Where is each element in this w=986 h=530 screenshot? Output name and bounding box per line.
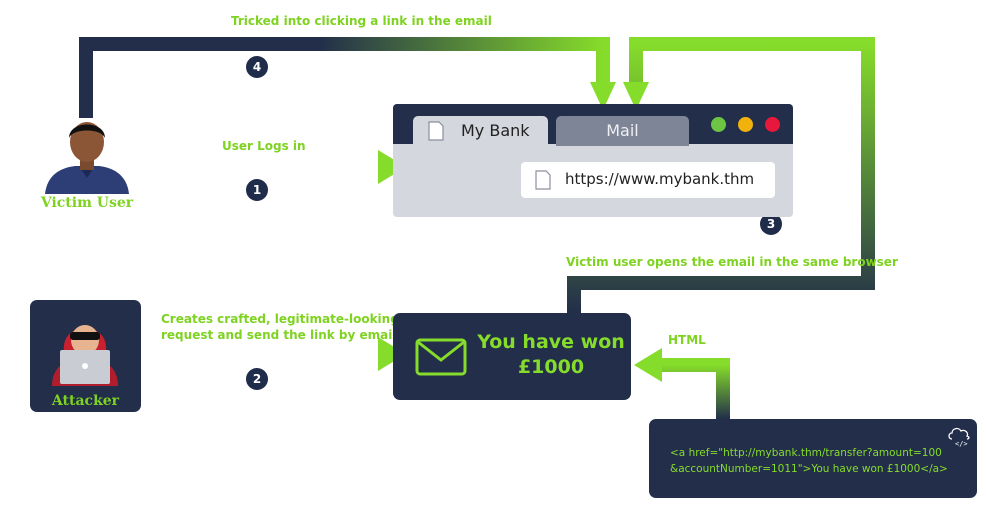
address-url: https://www.mybank.thm <box>565 170 755 188</box>
browser-titlebar: My Bank Mail <box>393 104 793 146</box>
html-code-line2: &accountNumber=1011">You have won £1000<… <box>670 463 948 475</box>
email-line2: £1000 <box>517 356 585 378</box>
tab-mail-label: Mail <box>606 121 639 140</box>
tab-my-bank-label: My Bank <box>461 121 530 140</box>
html-label: HTML <box>668 333 706 347</box>
attacker-icon <box>52 325 118 386</box>
window-dot-green[interactable] <box>711 117 726 132</box>
window-dot-yellow[interactable] <box>738 117 753 132</box>
step-badge-2: 2 <box>246 368 268 390</box>
step2-label-line1: Creates crafted, legitimate-looking <box>161 312 399 326</box>
page-icon <box>535 170 551 190</box>
email-message: You have won £1000 <box>471 330 631 380</box>
step-badge-4: 4 <box>246 56 268 78</box>
victim-user-label: Victim User <box>40 195 134 211</box>
tab-mail[interactable]: Mail <box>556 116 689 146</box>
html-code: <a href="http://mybank.thm/transfer?amou… <box>670 445 970 477</box>
attacker-card: Attacker <box>30 300 141 412</box>
page-icon <box>428 121 444 141</box>
address-bar[interactable]: https://www.mybank.thm <box>521 162 775 198</box>
email-card: You have won £1000 <box>393 313 631 400</box>
step1-label: User Logs in <box>222 139 306 153</box>
step2-label-line2: request and send the link by email <box>161 328 397 342</box>
envelope-icon <box>415 338 467 376</box>
tab-my-bank[interactable]: My Bank <box>413 116 548 146</box>
step2-label: Creates crafted, legitimate-looking requ… <box>161 311 399 343</box>
browser-window: My Bank Mail https://www.mybank.thm <box>393 104 793 217</box>
step-badge-1: 1 <box>246 179 268 201</box>
step4-label: Tricked into clicking a link in the emai… <box>231 14 492 28</box>
html-code-card: </> <a href="http://mybank.thm/transfer?… <box>649 419 977 498</box>
connector-step1 <box>133 150 406 184</box>
cloud-code-icon: </> <box>948 427 970 447</box>
html-code-line1: <a href="http://mybank.thm/transfer?amou… <box>670 447 942 459</box>
victim-user: Victim User <box>35 112 139 212</box>
email-line1: You have won <box>477 331 625 353</box>
victim-user-icon <box>45 122 129 194</box>
step3-label: Victim user opens the email in the same … <box>566 255 898 269</box>
connector-html <box>634 348 730 419</box>
window-dot-red[interactable] <box>765 117 780 132</box>
attacker-label: Attacker <box>51 393 120 409</box>
